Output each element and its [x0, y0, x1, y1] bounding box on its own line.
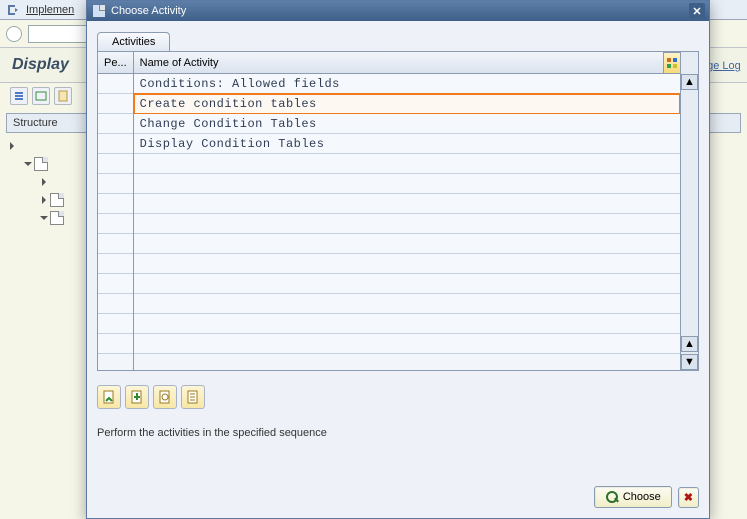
perform-cell[interactable] — [98, 114, 133, 134]
scroll-up2-icon[interactable]: ▲ — [681, 336, 698, 352]
column-header-name[interactable]: Name of Activity — [134, 52, 680, 74]
perform-cell[interactable] — [98, 94, 133, 114]
choose-button[interactable]: Choose — [594, 486, 672, 508]
doc-action-4[interactable] — [181, 385, 205, 409]
column-header-perform[interactable]: Pe... — [98, 52, 133, 74]
instruction-text: Perform the activities in the specified … — [97, 427, 699, 439]
tabstrip: Activities — [97, 29, 699, 51]
magnifier-icon — [605, 490, 619, 504]
table-settings-icon[interactable] — [663, 52, 681, 74]
activity-row[interactable]: Conditions: Allowed fields — [134, 74, 680, 94]
choose-activity-dialog: Choose Activity ✕ Activities Pe... Name … — [86, 0, 710, 519]
document-action-bar — [97, 385, 699, 409]
cancel-button[interactable]: ✖ — [678, 487, 699, 508]
dialog-icon — [93, 5, 105, 17]
choose-button-label: Choose — [623, 491, 661, 503]
expand-all-icon[interactable] — [10, 87, 28, 105]
activity-row-selected[interactable]: Create condition tables — [134, 94, 680, 114]
dialog-footer: Choose ✖ — [97, 486, 699, 508]
activity-row[interactable]: Change Condition Tables — [134, 114, 680, 134]
perform-cell[interactable] — [98, 134, 133, 154]
where-used-icon[interactable] — [32, 87, 50, 105]
menu-implement[interactable]: Implemen — [26, 4, 74, 16]
doc-action-1[interactable] — [97, 385, 121, 409]
dialog-titlebar: Choose Activity ✕ — [87, 1, 709, 21]
activity-table: Pe... Name of Activity Conditions: Allow… — [97, 51, 699, 371]
dialog-title-text: Choose Activity — [111, 5, 186, 17]
perform-cell[interactable] — [98, 74, 133, 94]
close-icon[interactable]: ✕ — [689, 3, 705, 19]
vertical-scrollbar[interactable]: ▲ ▲ ▼ — [680, 52, 698, 370]
exit-icon[interactable] — [6, 3, 20, 17]
document-icon — [50, 211, 64, 225]
scroll-down-icon[interactable]: ▼ — [681, 354, 698, 370]
document-icon — [34, 157, 48, 171]
ok-icon[interactable] — [6, 26, 22, 42]
clipboard-icon[interactable] — [54, 87, 72, 105]
doc-action-3[interactable] — [153, 385, 177, 409]
document-icon — [50, 193, 64, 207]
tab-activities[interactable]: Activities — [97, 32, 170, 51]
app-root: Implemen Display Structure nge Log Choos… — [0, 0, 747, 519]
doc-action-2[interactable] — [125, 385, 149, 409]
activity-row[interactable]: Display Condition Tables — [134, 134, 680, 154]
scroll-up-icon[interactable]: ▲ — [681, 74, 698, 90]
